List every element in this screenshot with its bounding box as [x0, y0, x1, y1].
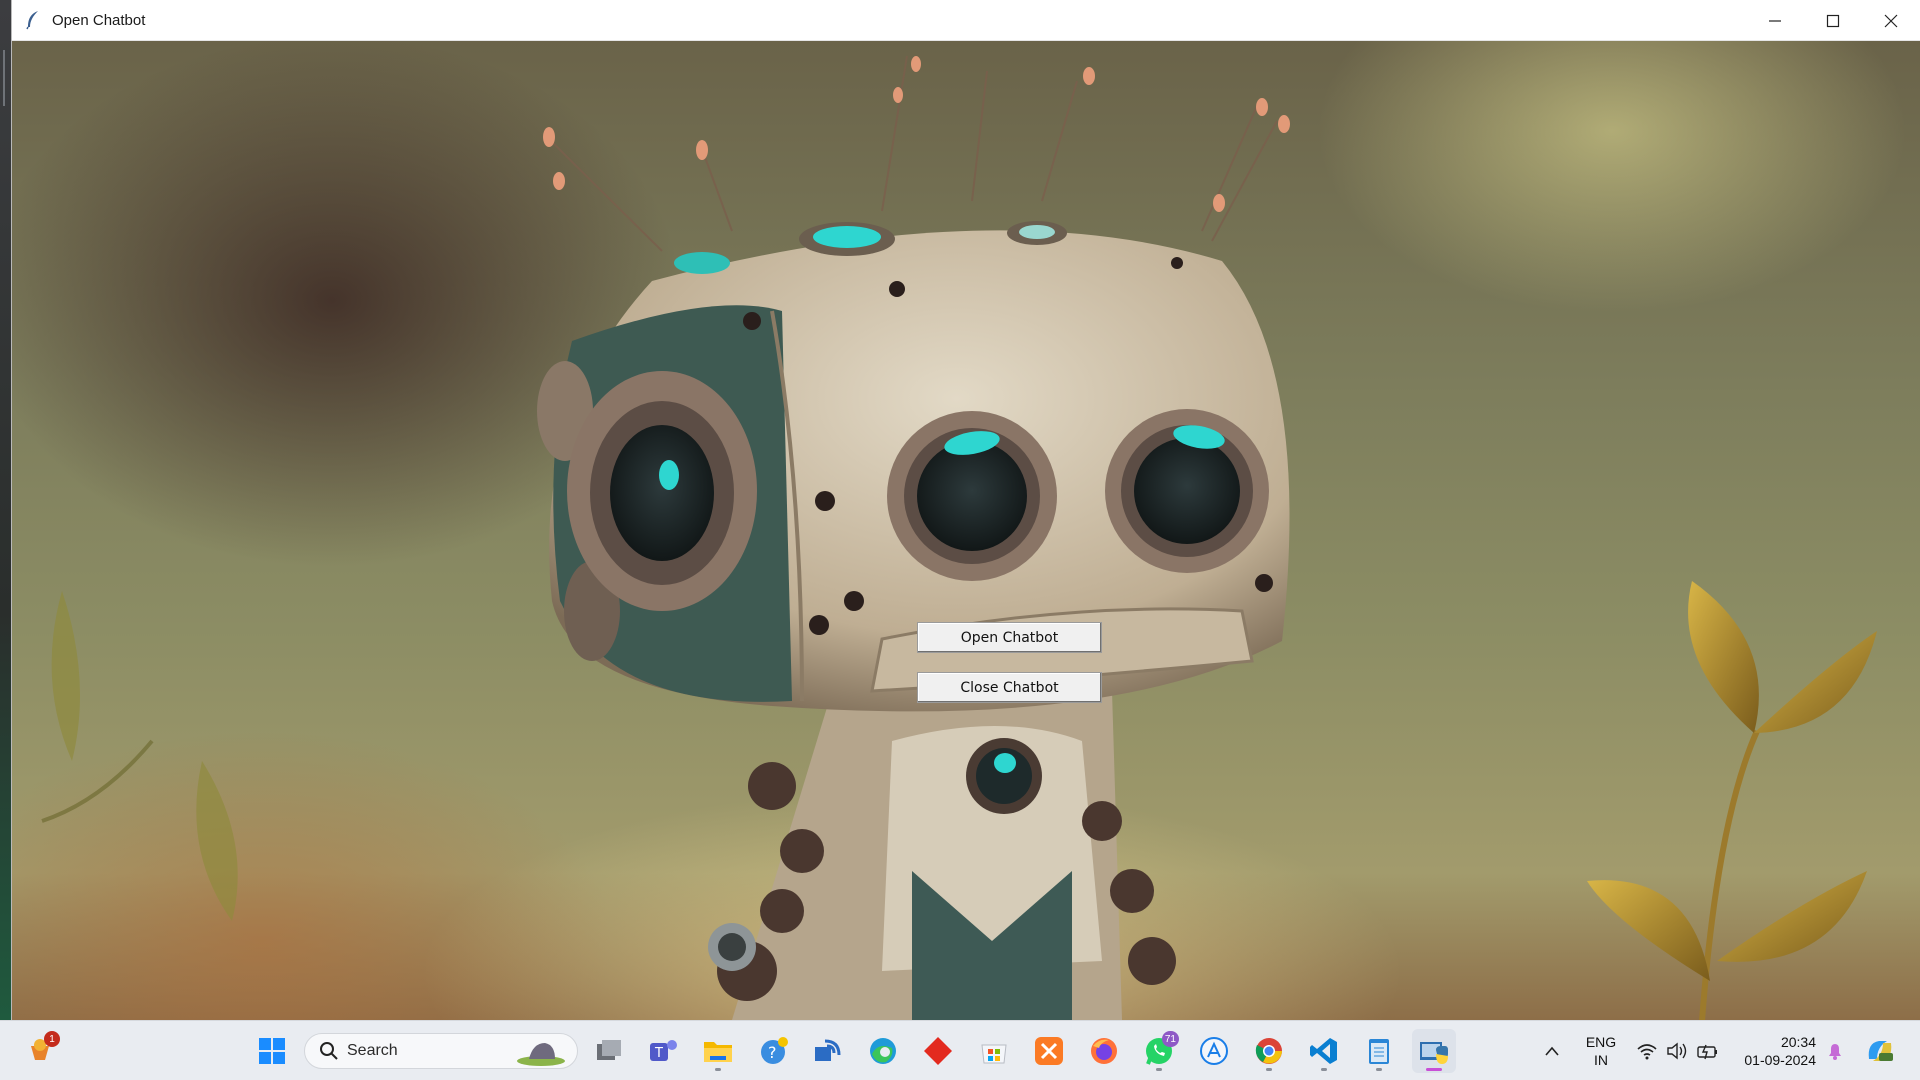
python-app-icon [1420, 1042, 1448, 1064]
notifications-button[interactable] [1820, 1029, 1850, 1073]
chrome-icon [1255, 1038, 1282, 1064]
edge-icon [870, 1038, 896, 1064]
search-icon [320, 1042, 338, 1060]
remote-connection-icon [815, 1039, 841, 1061]
whatsapp-button[interactable]: 71 [1137, 1029, 1181, 1073]
teams-button[interactable]: T [641, 1029, 685, 1073]
chevron-up-icon [1545, 1046, 1559, 1056]
active-indicator [1426, 1068, 1442, 1071]
battery-charging-icon [1697, 1044, 1717, 1060]
chatbot-canvas: Open Chatbot Close Chatbot [12, 41, 1920, 1020]
app-store-a-icon [1200, 1037, 1228, 1065]
notepad-icon [1369, 1039, 1389, 1064]
help-button[interactable]: ? [752, 1029, 796, 1073]
weather-widget[interactable]: 1 [18, 1029, 62, 1073]
title-bar[interactable]: Open Chatbot [12, 0, 1920, 41]
svg-text:?: ? [768, 1043, 777, 1062]
running-indicator [1156, 1068, 1162, 1071]
wifi-icon [1637, 1044, 1657, 1060]
running-indicator [715, 1068, 721, 1071]
window-controls [1746, 0, 1920, 41]
help-icon: ? [761, 1037, 788, 1064]
firefox-button[interactable] [1082, 1029, 1126, 1073]
running-indicator [1321, 1068, 1327, 1071]
teams-icon: T [650, 1040, 677, 1061]
language-indicator[interactable]: ENG IN [1584, 1033, 1618, 1069]
search-highlight-icon [517, 1043, 565, 1066]
chrome-button[interactable] [1247, 1029, 1291, 1073]
file-explorer-button[interactable] [696, 1029, 740, 1073]
robot-illustration [41, 55, 1877, 1020]
clock-time: 20:34 [1780, 1034, 1816, 1050]
remote-connection-button[interactable] [806, 1029, 850, 1073]
window-title: Open Chatbot [52, 11, 146, 29]
minimize-button[interactable] [1746, 0, 1804, 41]
vscode-icon [1310, 1038, 1337, 1064]
task-view-button[interactable] [587, 1029, 631, 1073]
svg-text:T: T [654, 1046, 663, 1061]
app-store-button[interactable] [1192, 1029, 1236, 1073]
red-app-button[interactable] [916, 1029, 960, 1073]
app-window: Open Chatbot Open Chatbot Close Chatbot [11, 0, 1920, 1020]
language-code: ENG [1585, 1034, 1617, 1050]
whatsapp-badge: 71 [1161, 1031, 1179, 1047]
running-indicator [1266, 1068, 1272, 1071]
copilot-icon [1868, 1041, 1893, 1061]
microsoft-store-icon [981, 1044, 1007, 1064]
microsoft-store-button[interactable] [972, 1029, 1016, 1073]
maximize-button[interactable] [1804, 0, 1862, 41]
maximize-icon [1826, 14, 1840, 27]
app-red-diamond-icon [924, 1037, 952, 1065]
copilot-button[interactable] [1858, 1029, 1902, 1073]
xampp-button[interactable] [1027, 1029, 1071, 1073]
open-chatbot-button[interactable]: Open Chatbot [917, 622, 1102, 653]
minimize-icon [1769, 19, 1781, 22]
show-hidden-icons-button[interactable] [1530, 1029, 1574, 1073]
desktop-edge-mark [3, 50, 5, 106]
running-indicator [1376, 1068, 1382, 1071]
volume-icon [1667, 1042, 1687, 1060]
close-window-button[interactable] [1862, 0, 1920, 41]
firefox-icon [1091, 1038, 1117, 1064]
notepad-button[interactable] [1357, 1029, 1401, 1073]
python-app-button[interactable] [1412, 1029, 1456, 1073]
task-view-icon [597, 1040, 621, 1060]
taskbar: 1 Search T ? 71 ENG IN 20:34 01-09-2024 [0, 1020, 1920, 1080]
vscode-button[interactable] [1302, 1029, 1346, 1073]
language-region: IN [1594, 1052, 1608, 1068]
weather-badge: 1 [44, 1031, 60, 1047]
clock[interactable]: 20:34 01-09-2024 [1734, 1033, 1816, 1069]
xampp-icon [1035, 1037, 1063, 1065]
close-chatbot-button[interactable]: Close Chatbot [917, 672, 1102, 703]
bell-icon [1829, 1044, 1841, 1060]
file-explorer-icon [704, 1042, 732, 1062]
feather-icon [22, 9, 44, 31]
start-icon [259, 1038, 285, 1064]
taskbar-search[interactable]: Search [304, 1033, 578, 1069]
close-icon [1884, 14, 1898, 27]
start-button[interactable] [250, 1029, 294, 1073]
search-placeholder: Search [347, 1042, 398, 1059]
system-tray[interactable] [1636, 1021, 1720, 1080]
edge-button[interactable] [861, 1029, 905, 1073]
clock-date: 01-09-2024 [1744, 1052, 1816, 1068]
